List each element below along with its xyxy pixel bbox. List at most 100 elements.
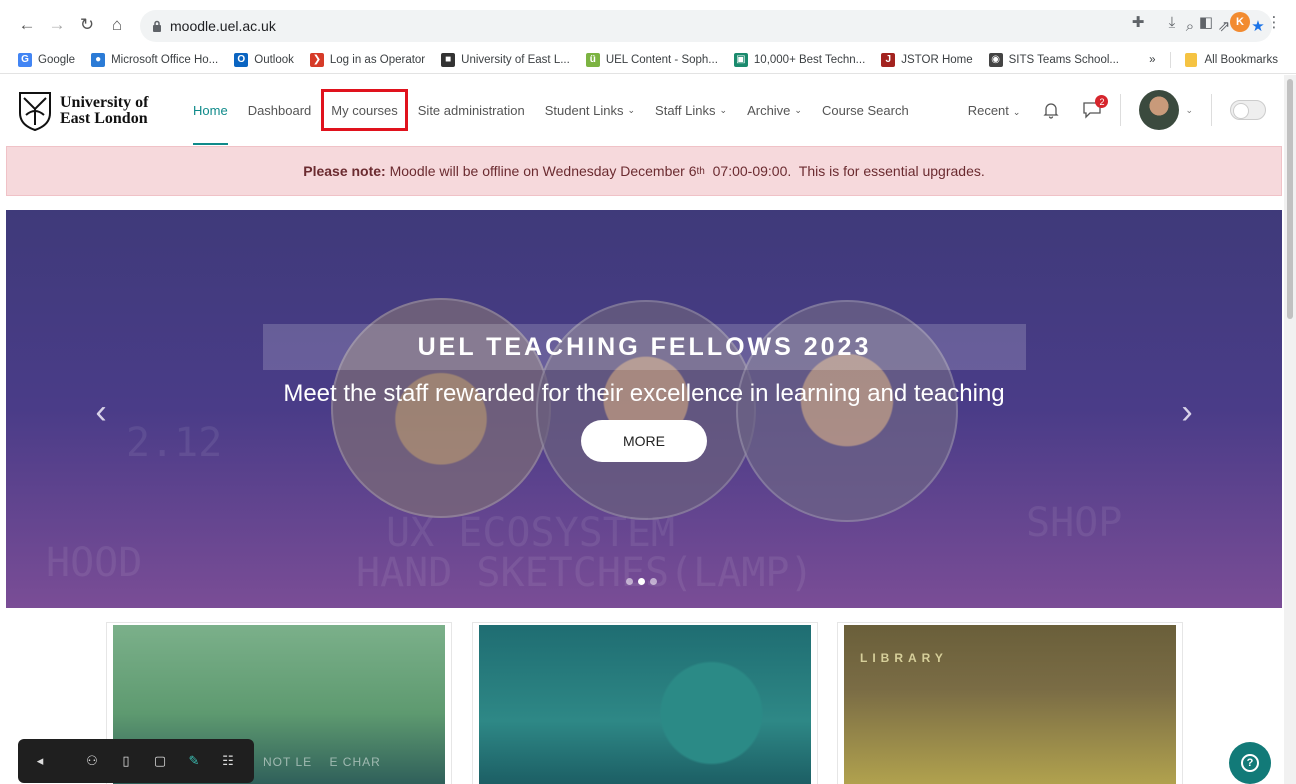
- primary-nav: Home Dashboard My courses Site administr…: [183, 75, 919, 145]
- carousel-prev-icon[interactable]: ‹: [86, 392, 116, 432]
- menu-kebab-icon[interactable]: ⋮: [1264, 12, 1284, 32]
- hero-subtitle: Meet the staff rewarded for their excell…: [283, 380, 1005, 407]
- office-icon: ●: [91, 52, 106, 67]
- carousel-dot[interactable]: [626, 578, 633, 585]
- help-button[interactable]: ?: [1229, 742, 1271, 784]
- library-sign: LIBRARY: [860, 651, 948, 665]
- tech-icon: ▣: [733, 52, 748, 67]
- lock-icon[interactable]: [150, 19, 164, 33]
- bookmarks-right: » All Bookmarks: [1149, 46, 1278, 74]
- divider: [1120, 94, 1122, 126]
- feature-card[interactable]: LIBRARY: [837, 622, 1183, 784]
- chalk-scribble: HAND SKETCHES(LAMP): [356, 550, 814, 596]
- chevron-down-icon: ⌄: [719, 104, 728, 115]
- hero-title: UEL TEACHING FELLOWS 2023: [417, 332, 872, 361]
- nav-site-administration[interactable]: Site administration: [408, 75, 535, 145]
- card-image-sign: NOT LE E CHAR: [263, 755, 381, 769]
- recent-dropdown[interactable]: Recent ⌄: [968, 103, 1021, 118]
- reload-icon[interactable]: ↻: [74, 12, 100, 38]
- back-arrow-icon[interactable]: ←: [14, 12, 40, 38]
- google-icon: G: [18, 52, 32, 67]
- jstor-icon: J: [881, 52, 896, 67]
- notice-label: Please note:: [303, 163, 386, 179]
- bookmark-item[interactable]: O Outlook: [234, 52, 294, 67]
- bell-icon[interactable]: [1042, 101, 1060, 119]
- extensions-icon[interactable]: ✚: [1128, 12, 1148, 32]
- chevron-down-icon: ⌄: [627, 104, 636, 115]
- carousel-dot-active[interactable]: [638, 578, 645, 585]
- bookmark-item[interactable]: ● Microsoft Office Ho...: [91, 52, 218, 67]
- bookmark-item[interactable]: J JSTOR Home: [881, 52, 973, 67]
- uel-shield-icon: ■: [441, 52, 456, 67]
- notice-banner: Please note: Moodle will be offline on W…: [6, 146, 1282, 196]
- chalk-scribble: SHOP: [1026, 500, 1123, 546]
- more-button[interactable]: MORE: [581, 420, 707, 462]
- nav-archive[interactable]: Archive ⌄: [737, 75, 812, 145]
- notice-sup: th: [696, 165, 705, 177]
- bookmarks-overflow-icon[interactable]: »: [1149, 54, 1155, 66]
- uel-content-icon: ü: [585, 52, 600, 67]
- collapse-icon[interactable]: ◂: [30, 751, 50, 771]
- bookmark-item[interactable]: ❯ Log in as Operator: [309, 52, 425, 67]
- bookmark-item[interactable]: ■ University of East L...: [441, 52, 570, 67]
- bookmark-item[interactable]: ü UEL Content - Soph...: [585, 52, 718, 67]
- scrollbar-thumb[interactable]: [1287, 79, 1293, 319]
- pen-icon[interactable]: ✎: [184, 751, 204, 771]
- bookmark-item[interactable]: G Google: [18, 52, 75, 67]
- nav-student-links[interactable]: Student Links ⌄: [535, 75, 645, 145]
- nav-course-search[interactable]: Course Search: [812, 75, 919, 145]
- chalk-scribble: HOOD: [46, 540, 143, 586]
- message-count-badge: 2: [1095, 95, 1109, 108]
- card-image: LIBRARY: [844, 625, 1176, 784]
- chalk-scribble: 2.12: [126, 420, 223, 466]
- chevron-down-icon: ⌄: [1012, 106, 1021, 117]
- hero-title-box: UEL TEACHING FELLOWS 2023: [263, 324, 1026, 370]
- home-icon[interactable]: ⌂: [104, 12, 130, 38]
- profile-avatar[interactable]: K: [1230, 12, 1250, 32]
- outlook-icon: O: [234, 52, 249, 67]
- chevron-down-icon: ⌄: [794, 104, 802, 115]
- notice-text-end: 07:00-09:00. This is for essential upgra…: [704, 163, 985, 179]
- floating-toolbar: ◂ ⚇ ▯ ▢ ✎ ☷: [18, 739, 254, 783]
- question-icon: ?: [1241, 754, 1259, 772]
- feature-card[interactable]: [472, 622, 818, 784]
- browser-actions: ✚ ⤓ ◧ K ⋮: [1128, 12, 1284, 32]
- page-scrollbar[interactable]: [1284, 75, 1296, 784]
- site-logo[interactable]: University of East London: [18, 91, 148, 131]
- card-image: [479, 625, 811, 784]
- uel-crest-icon: [19, 92, 51, 131]
- user-avatar[interactable]: [1139, 90, 1180, 130]
- divider: [1211, 94, 1212, 126]
- divider: [1169, 52, 1171, 68]
- messages-button[interactable]: 2: [1082, 95, 1109, 119]
- folder-icon: [1184, 53, 1197, 67]
- chevron-down-icon[interactable]: ⌄: [1185, 105, 1193, 116]
- download-icon[interactable]: ⤓: [1162, 12, 1182, 32]
- side-panel-icon[interactable]: ◧: [1196, 12, 1216, 32]
- notice-text: Moodle will be offline on Wednesday Dece…: [385, 163, 697, 179]
- url-text[interactable]: moodle.uel.ac.uk: [170, 18, 276, 34]
- carousel-dot[interactable]: [650, 578, 657, 585]
- nav-staff-links[interactable]: Staff Links ⌄: [645, 75, 737, 145]
- hero-carousel: 2.12 HOOD UX ECOSYSTEM HAND SKETCHES(LAM…: [6, 210, 1282, 608]
- nav-home[interactable]: Home: [183, 75, 238, 145]
- bookmark-item[interactable]: ▣ 10,000+ Best Techn...: [733, 52, 865, 67]
- forward-arrow-icon[interactable]: →: [44, 12, 70, 38]
- operator-icon: ❯: [309, 52, 324, 67]
- users-icon[interactable]: ⚇: [82, 751, 102, 771]
- carousel-indicators: [626, 578, 657, 585]
- nav-my-courses[interactable]: My courses: [321, 89, 408, 131]
- edit-mode-toggle[interactable]: [1230, 100, 1266, 120]
- bookmarks-bar: G Google ● Microsoft Office Ho... O Outlook…: [0, 46, 1296, 74]
- logo-wordmark: University of East London: [60, 94, 149, 127]
- header-actions: Recent ⌄ 2 ⌄: [968, 75, 1266, 145]
- site-header: University of East London Home Dashboard…: [0, 75, 1296, 145]
- tablet-icon[interactable]: ▯: [116, 751, 136, 771]
- bookmark-item[interactable]: ◉ SITS Teams School...: [988, 52, 1119, 67]
- address-bar[interactable]: moodle.uel.ac.uk ⌕ ⇗ ★: [140, 10, 1272, 42]
- settings-sliders-icon[interactable]: ☷: [218, 751, 238, 771]
- carousel-next-icon[interactable]: ›: [1172, 392, 1202, 432]
- page-icon[interactable]: ▢: [150, 751, 170, 771]
- nav-dashboard[interactable]: Dashboard: [238, 75, 322, 145]
- all-bookmarks-button[interactable]: All Bookmarks: [1184, 53, 1278, 67]
